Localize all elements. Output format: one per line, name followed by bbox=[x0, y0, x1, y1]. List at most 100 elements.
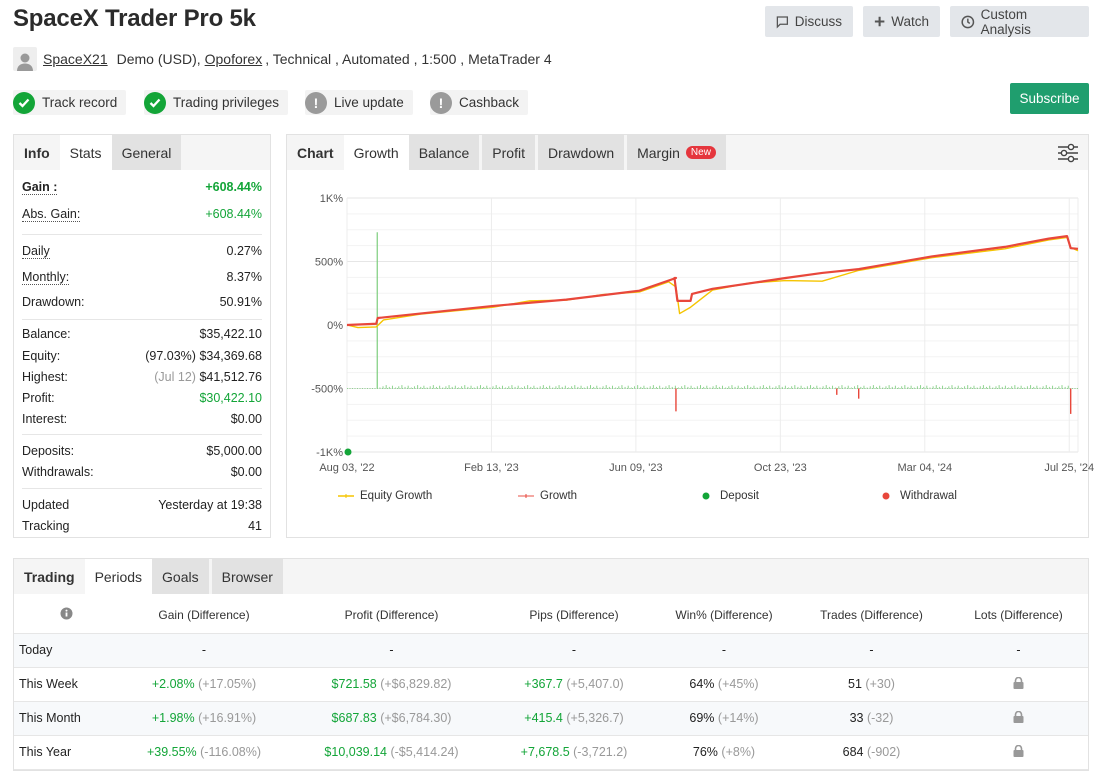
win-diff: (+45%) bbox=[717, 677, 759, 691]
lots-cell[interactable] bbox=[949, 735, 1088, 770]
profit-cell: $687.83 (+$6,784.30) bbox=[289, 701, 494, 736]
legend-line-marker bbox=[518, 494, 534, 498]
col-header: Profit (Difference) bbox=[289, 597, 494, 634]
legend-equity-growth[interactable]: Equity Growth bbox=[338, 490, 432, 502]
lots-value: - bbox=[1016, 643, 1021, 657]
lock-icon bbox=[1013, 710, 1024, 723]
lots-cell: - bbox=[949, 633, 1088, 668]
profit-diff: (+$6,829.82) bbox=[380, 677, 452, 691]
gain-diff: (+17.05%) bbox=[198, 677, 257, 691]
win-value: 64% bbox=[689, 677, 715, 691]
pips-cell: +367.7 (+5,407.0) bbox=[494, 667, 654, 702]
lock-icon bbox=[1013, 744, 1024, 757]
pips-diff: (-3,721.2) bbox=[573, 745, 628, 759]
legend-label: Equity Growth bbox=[360, 490, 433, 502]
win-cell: 76% (+8%) bbox=[654, 735, 794, 770]
periods-tabs: Trading Periods Goals Browser bbox=[14, 559, 1088, 594]
table-row: This Month +1.98% (+16.91%) $687.83 (+$6,7… bbox=[14, 701, 1088, 736]
trades-value: 684 bbox=[842, 745, 864, 759]
col-header: Lots (Difference) bbox=[949, 597, 1088, 634]
legend-line-marker bbox=[338, 494, 354, 498]
lots-cell[interactable] bbox=[949, 667, 1088, 702]
win-cell: 64% (+45%) bbox=[654, 667, 794, 702]
gain-value: +39.55% bbox=[146, 745, 197, 759]
legend-label: Growth bbox=[540, 490, 578, 502]
profit-cell: $721.58 (+$6,829.82) bbox=[289, 667, 494, 702]
profit-value: - bbox=[389, 643, 394, 657]
legend-dot-marker bbox=[702, 492, 710, 500]
deposit-point bbox=[344, 448, 352, 456]
pips-cell: +415.4 (+5,326.7) bbox=[494, 701, 654, 736]
table-row: This Year +39.55% (-116.08%) $10,039.14 (-… bbox=[14, 735, 1088, 770]
pips-value: +7,678.5 bbox=[520, 745, 570, 759]
tab-goals[interactable]: Goals bbox=[152, 559, 209, 594]
legend-label: Deposit bbox=[720, 490, 759, 502]
legend-withdrawal[interactable]: Withdrawal bbox=[882, 490, 957, 502]
win-diff: (+14%) bbox=[717, 711, 759, 725]
tab-browser[interactable]: Browser bbox=[211, 559, 283, 594]
pips-diff: (+5,326.7) bbox=[566, 711, 624, 725]
pips-cell: - bbox=[494, 633, 654, 668]
legend-growth[interactable]: Growth bbox=[518, 490, 577, 502]
x-tick-label: Oct 23, '23 bbox=[754, 462, 807, 474]
pips-cell: +7,678.5 (-3,721.2) bbox=[494, 735, 654, 770]
profit-value: $10,039.14 bbox=[324, 745, 387, 759]
legend-label: Withdrawal bbox=[900, 490, 957, 502]
y-tick-label: 500% bbox=[315, 257, 343, 269]
pips-value: - bbox=[571, 643, 577, 657]
period-cell: Today bbox=[14, 633, 119, 668]
win-value: 69% bbox=[689, 711, 715, 725]
win-diff: (+8%) bbox=[721, 745, 756, 759]
period-label: This Week bbox=[19, 677, 78, 691]
profit-value: $687.83 bbox=[331, 711, 377, 725]
period-label: This Year bbox=[19, 745, 72, 759]
period-cell: This Month bbox=[14, 701, 119, 736]
col-header: Win% (Difference) bbox=[654, 597, 794, 634]
gain-cell: +2.08% (+17.05%) bbox=[119, 667, 289, 702]
tab-periods[interactable]: Periods bbox=[84, 559, 153, 594]
gain-value: +2.08% bbox=[151, 677, 195, 691]
table-header: Gain (Difference) Profit (Difference) Pi… bbox=[14, 597, 1088, 634]
profit-value: $721.58 bbox=[331, 677, 377, 691]
y-tick-label: -500% bbox=[311, 384, 343, 396]
periods-panel: Trading Periods Goals Browser Gain (Diff… bbox=[13, 558, 1089, 771]
table-row: This Week +2.08% (+17.05%) $721.58 (+$6,82… bbox=[14, 667, 1088, 702]
period-cell: This Week bbox=[14, 667, 119, 702]
x-tick-label: Jun 09, '23 bbox=[609, 462, 662, 474]
profit-cell: $10,039.14 (-$5,414.24) bbox=[289, 735, 494, 770]
gain-cell: - bbox=[119, 633, 289, 668]
y-tick-label: 1K% bbox=[320, 193, 343, 205]
trades-diff: (-902) bbox=[867, 745, 901, 759]
profit-cell: - bbox=[289, 633, 494, 668]
lock-icon bbox=[1013, 676, 1024, 689]
x-tick-label: Aug 03, '22 bbox=[319, 462, 374, 474]
info-header[interactable] bbox=[14, 597, 119, 634]
x-tick-label: Feb 13, '23 bbox=[464, 462, 519, 474]
period-label: Today bbox=[19, 643, 53, 657]
win-cell: - bbox=[654, 633, 794, 668]
trades-cell: 33 (-32) bbox=[794, 701, 949, 736]
x-tick-label: Jul 25, '24 bbox=[1044, 462, 1094, 474]
trades-cell: 51 (+30) bbox=[794, 667, 949, 702]
gain-diff: (-116.08%) bbox=[200, 745, 262, 759]
trades-value: 51 bbox=[848, 677, 862, 691]
y-tick-label: -1K% bbox=[316, 447, 343, 459]
legend-dot-marker bbox=[882, 492, 890, 500]
trades-value: 33 bbox=[849, 711, 864, 725]
legend-deposit[interactable]: Deposit bbox=[702, 490, 759, 502]
y-tick-label: 0% bbox=[327, 320, 343, 332]
gain-diff: (+16.91%) bbox=[198, 711, 257, 725]
x-tick-label: Mar 04, '24 bbox=[897, 462, 952, 474]
tab-trading[interactable]: Trading bbox=[14, 559, 85, 594]
gain-value: +1.98% bbox=[151, 711, 195, 725]
lots-cell[interactable] bbox=[949, 701, 1088, 736]
gain-cell: +39.55% (-116.08%) bbox=[119, 735, 289, 770]
win-value: - bbox=[721, 643, 727, 657]
col-header: Pips (Difference) bbox=[494, 597, 654, 634]
win-value: 76% bbox=[692, 745, 718, 759]
trades-value: - bbox=[869, 643, 874, 657]
trades-cell: 684 (-902) bbox=[794, 735, 949, 770]
period-label: This Month bbox=[19, 711, 81, 725]
col-header: Trades (Difference) bbox=[794, 597, 949, 634]
gain-value: - bbox=[201, 643, 207, 657]
